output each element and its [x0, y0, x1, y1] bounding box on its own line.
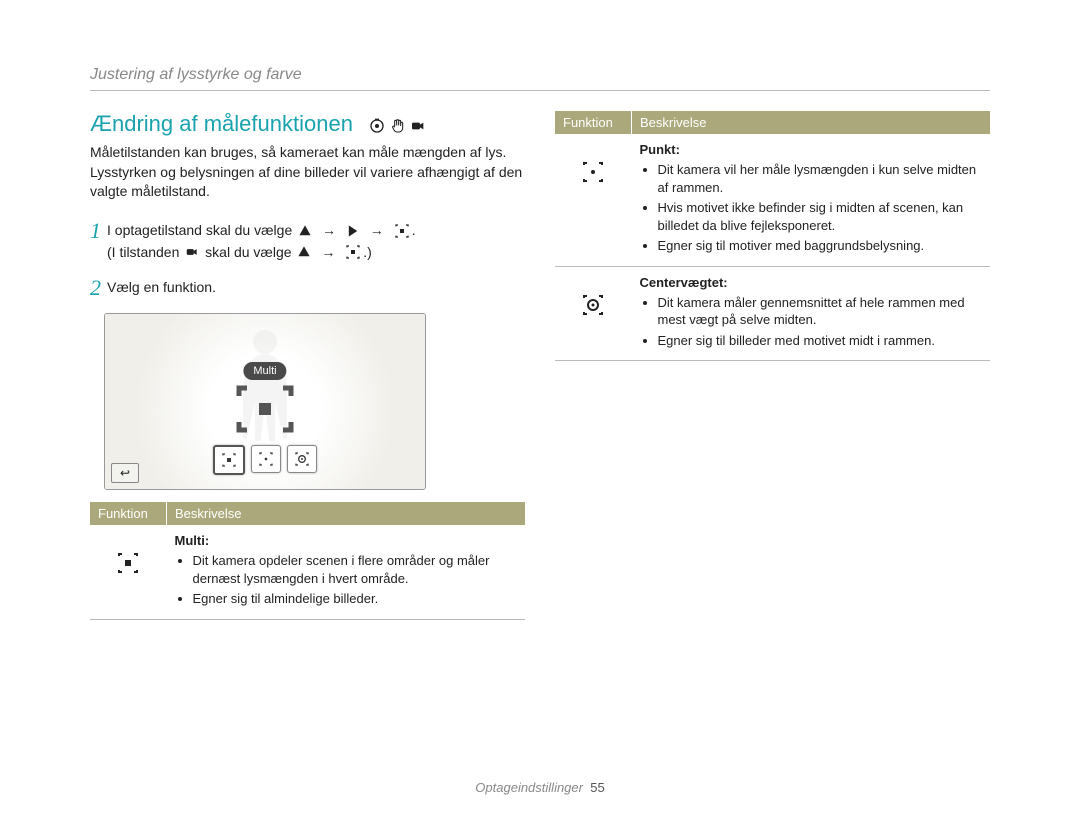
- table-row: Centervægtet: Dit kamera måler gennemsni…: [555, 266, 990, 361]
- video-mode-icon: [185, 242, 199, 263]
- row-title: Centervægtet:: [640, 275, 728, 290]
- up-triangle-icon: [297, 242, 311, 263]
- metering-table-right: Funktion Beskrivelse Punkt: Dit kamera v…: [555, 111, 990, 361]
- step-1-text-a: I optagetilstand skal du vælge: [107, 222, 292, 238]
- step-1-number: 1: [90, 220, 101, 264]
- row-bullet: Egner sig til almindelige billeder.: [193, 590, 518, 608]
- metering-option-multi[interactable]: [213, 445, 245, 475]
- row-bullet: Dit kamera måler gennemsnittet af hele r…: [658, 294, 983, 329]
- step-1-text-b: .: [412, 222, 416, 238]
- metering-spot-icon: [555, 134, 632, 266]
- row-bullet: Dit kamera vil her måle lysmængden i kun…: [658, 161, 983, 196]
- arrow-icon: →: [321, 244, 335, 260]
- table-row: Multi: Dit kamera opdeler scenen i flere…: [90, 525, 525, 619]
- table-header-function: Funktion: [90, 502, 167, 525]
- metering-option-center[interactable]: [287, 445, 317, 473]
- row-bullet: Egner sig til motiver med baggrundsbelys…: [658, 237, 983, 255]
- step-2-text: Vælg en funktion.: [107, 277, 525, 299]
- step-1-sub-b: skal du vælge: [205, 244, 291, 260]
- back-button[interactable]: ↩: [111, 463, 139, 483]
- metering-multi-icon: [345, 242, 361, 263]
- step-1-sub-c: .): [363, 244, 372, 260]
- metering-multi-large-icon: [235, 384, 295, 434]
- metering-center-icon: [555, 266, 632, 361]
- camera-mode-icon: [369, 118, 385, 134]
- table-header-description: Beskrivelse: [167, 502, 526, 525]
- footer-page-number: 55: [590, 780, 604, 795]
- metering-option-row: [213, 445, 317, 475]
- arrow-icon: →: [370, 222, 384, 238]
- hand-mode-icon: [390, 118, 406, 134]
- row-bullet: Dit kamera opdeler scenen i flere område…: [193, 552, 518, 587]
- footer-section: Optageindstillinger: [475, 780, 583, 795]
- breadcrumb-header: Justering af lysstyrke og farve: [90, 66, 990, 91]
- up-triangle-icon: [298, 221, 312, 242]
- page-footer: Optageindstillinger 55: [0, 780, 1080, 795]
- row-bullet: Hvis motivet ikke befinder sig i midten …: [658, 199, 983, 234]
- title-mode-icons: [357, 118, 426, 136]
- metering-multi-icon: [394, 221, 410, 242]
- selected-mode-label: Multi: [243, 362, 286, 380]
- table-header-description: Beskrivelse: [632, 111, 991, 134]
- table-row: Punkt: Dit kamera vil her måle lysmængde…: [555, 134, 990, 266]
- row-title: Multi:: [175, 533, 210, 548]
- row-title: Punkt:: [640, 142, 680, 157]
- page-title: Ændring af målefunktionen: [90, 111, 353, 136]
- table-header-function: Funktion: [555, 111, 632, 134]
- step-1-sub-a: (I tilstanden: [107, 244, 179, 260]
- metering-multi-icon: [90, 525, 167, 619]
- arrow-icon: →: [322, 222, 336, 238]
- metering-option-spot[interactable]: [251, 445, 281, 473]
- row-bullet: Egner sig til billeder med motivet midt …: [658, 332, 983, 350]
- step-2-number: 2: [90, 277, 101, 299]
- video-mode-icon: [410, 118, 426, 134]
- metering-table-left: Funktion Beskrivelse Multi: Dit kamera o…: [90, 502, 525, 620]
- step-1-body: I optagetilstand skal du vælge → → . (I …: [107, 220, 525, 264]
- intro-text: Måletilstanden kan bruges, så kameraet k…: [90, 143, 525, 202]
- chevron-right-icon: [346, 221, 360, 242]
- camera-screen-preview: Multi: [104, 313, 426, 490]
